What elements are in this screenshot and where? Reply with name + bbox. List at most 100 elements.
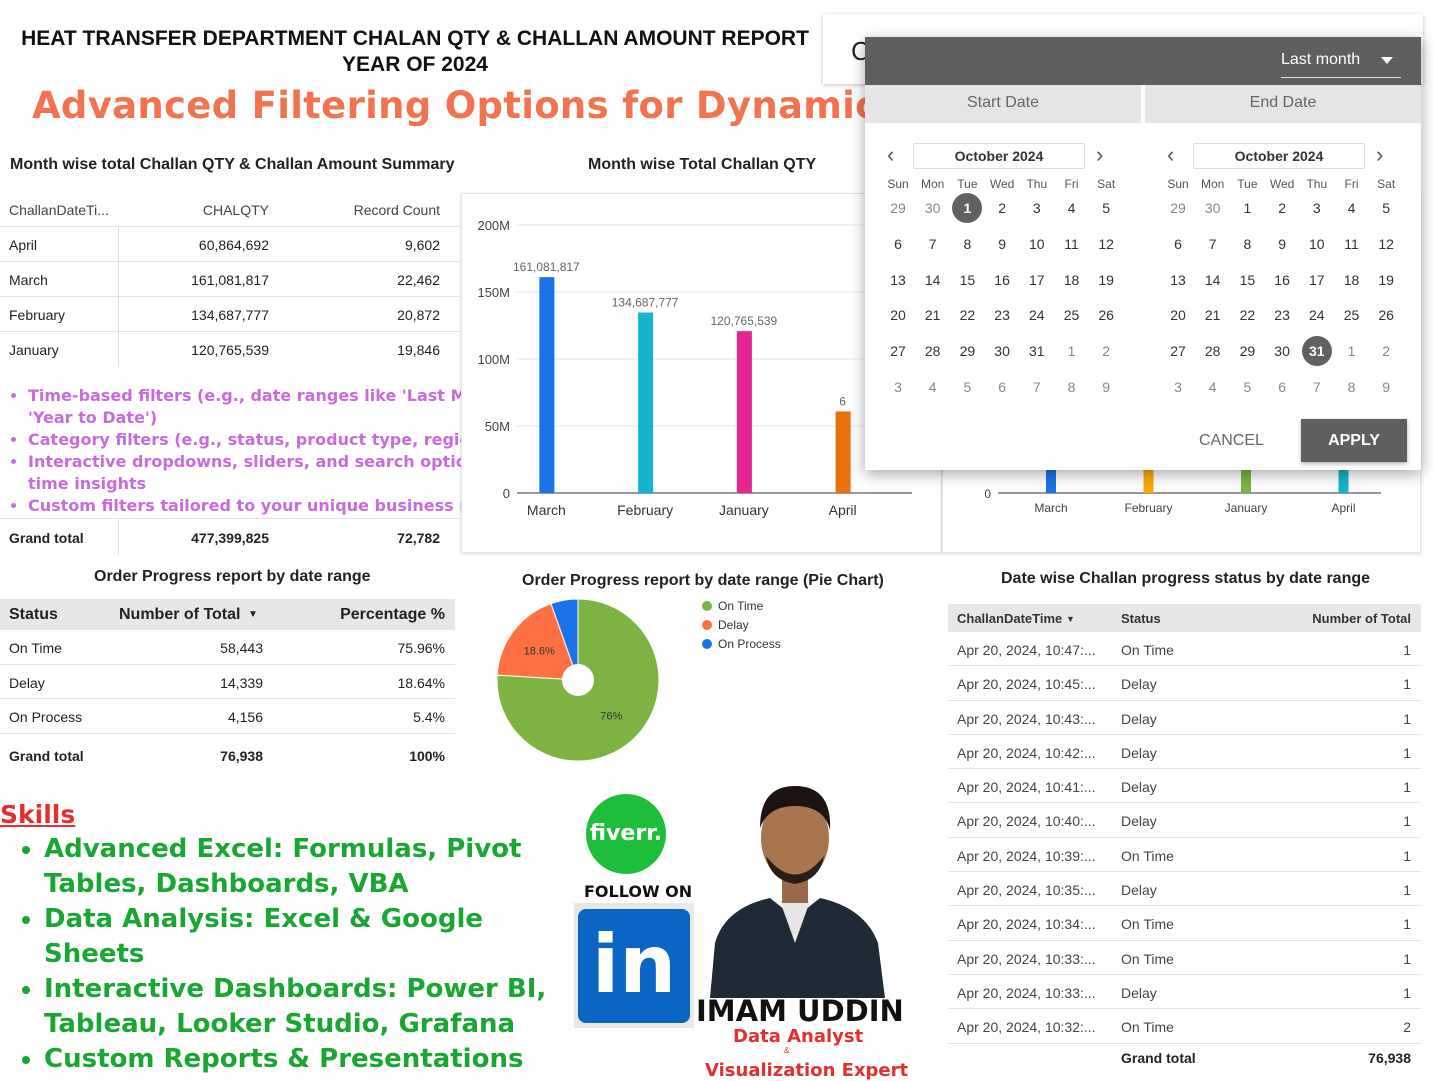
tab-start-date[interactable]: Start Date [865,85,1141,123]
calendar-day[interactable]: 14 [1198,265,1228,295]
calendar-day[interactable]: 29 [883,193,913,223]
table-row[interactable]: February 134,687,777 20,872 [0,297,460,332]
calendar-day[interactable]: 9 [1371,372,1401,402]
calendar-day[interactable]: 5 [1232,372,1262,402]
month-select[interactable]: October 2024 [1193,143,1365,169]
calendar-day[interactable]: 2 [1371,336,1401,366]
calendar-day[interactable]: 30 [1198,193,1228,223]
calendar-day[interactable]: 22 [1232,300,1262,330]
calendar-day[interactable]: 27 [1163,336,1193,366]
table-row[interactable]: Delay 14,339 18.64% [0,665,455,699]
calendar-day[interactable]: 27 [883,336,913,366]
chevron-right-icon[interactable]: › [1096,143,1103,167]
calendar-day[interactable]: 26 [1091,300,1121,330]
table-row[interactable]: On Process 4,156 5.4% [0,699,455,734]
table-row[interactable]: On Time 58,443 75.96% [0,630,455,665]
col-header[interactable]: Number of Total [1312,611,1411,626]
table-row[interactable]: Apr 20, 2024, 10:32:... On Time 2 [948,1009,1421,1044]
chevron-right-icon[interactable]: › [1376,143,1383,167]
col-header[interactable]: ChallanDateTime [957,611,1062,626]
calendar-day[interactable]: 10 [1302,229,1332,259]
calendar-day[interactable]: 3 [883,372,913,402]
calendar-day[interactable]: 28 [918,336,948,366]
calendar-day[interactable]: 7 [1022,372,1052,402]
calendar-day[interactable]: 6 [987,372,1017,402]
calendar-day[interactable]: 24 [1302,300,1332,330]
calendar-day[interactable]: 25 [1057,300,1087,330]
calendar-day[interactable]: 8 [1337,372,1367,402]
calendar-day[interactable]: 12 [1371,229,1401,259]
calendar-day[interactable]: 5 [952,372,982,402]
calendar-day[interactable]: 29 [1163,193,1193,223]
col-header[interactable]: Status [9,606,58,624]
table-row[interactable]: Apr 20, 2024, 10:43:... Delay 1 [948,701,1421,735]
chevron-left-icon[interactable]: ‹ [887,143,894,167]
calendar-day[interactable]: 11 [1337,229,1367,259]
calendar-day[interactable]: 28 [1198,336,1228,366]
calendar-day[interactable]: 24 [1022,300,1052,330]
cancel-button[interactable]: CANCEL [1199,432,1264,450]
calendar-day[interactable]: 16 [1267,265,1297,295]
range-preset-select[interactable]: Last month [1281,51,1360,69]
calendar-day[interactable]: 8 [1232,229,1262,259]
pie-chart[interactable]: 76% 18.6% On Time Delay On Process [490,592,810,767]
calendar-day[interactable]: 23 [987,300,1017,330]
table-row[interactable]: Apr 20, 2024, 10:40:... Delay 1 [948,803,1421,838]
table-row[interactable]: Apr 20, 2024, 10:42:... Delay 1 [948,735,1421,770]
chevron-down-icon[interactable] [1381,57,1393,64]
calendar-day[interactable]: 14 [918,265,948,295]
calendar-day[interactable]: 17 [1022,265,1052,295]
table-header[interactable]: ChallanDateTi... CHALQTY Record Count [0,192,460,227]
col-header[interactable]: CHALQTY [203,202,269,218]
calendar-day[interactable]: 7 [918,229,948,259]
calendar-day[interactable]: 21 [1198,300,1228,330]
calendar-day[interactable]: 15 [952,265,982,295]
calendar-day[interactable]: 9 [987,229,1017,259]
col-header[interactable]: ChallanDateTi... [9,202,109,218]
calendar-day[interactable]: 31 [1301,336,1332,367]
calendar-day[interactable]: 1 [952,193,983,223]
fiverr-logo[interactable]: fiverr. [586,794,666,874]
table-row[interactable]: January 120,765,539 19,846 [0,332,460,367]
table-row[interactable]: Apr 20, 2024, 10:33:... On Time 1 [948,941,1421,975]
calendar-day[interactable]: 8 [952,229,982,259]
col-header[interactable]: Record Count [354,202,440,218]
table-row[interactable]: Apr 20, 2024, 10:45:... Delay 1 [948,666,1421,701]
calendar-day[interactable]: 1 [1232,193,1262,223]
calendar-day[interactable]: 17 [1302,265,1332,295]
calendar-day[interactable]: 8 [1057,372,1087,402]
calendar-day[interactable]: 1 [1057,336,1087,366]
calendar-day[interactable]: 4 [1337,193,1367,223]
calendar-day[interactable]: 11 [1057,229,1087,259]
calendar-day[interactable]: 2 [987,193,1017,223]
calendar-day[interactable]: 31 [1022,336,1052,366]
calendar-day[interactable]: 3 [1022,193,1052,223]
month-select[interactable]: October 2024 [913,143,1085,169]
col-header[interactable]: Status [1121,611,1161,626]
calendar-day[interactable]: 25 [1337,300,1367,330]
calendar-day[interactable]: 5 [1091,193,1121,223]
calendar-day[interactable]: 6 [1267,372,1297,402]
calendar-day[interactable]: 2 [1091,336,1121,366]
calendar-day[interactable]: 13 [1163,265,1193,295]
table-row[interactable]: April 60,864,692 9,602 [0,227,460,262]
table-header[interactable]: Status Number of Total ▼ Percentage % [0,599,455,630]
linkedin-logo[interactable]: in [574,903,694,1028]
chevron-left-icon[interactable]: ‹ [1167,143,1174,167]
table-row[interactable]: Apr 20, 2024, 10:47:... On Time 1 [948,632,1421,667]
calendar-day[interactable]: 29 [1232,336,1262,366]
calendar-day[interactable]: 20 [1163,300,1193,330]
table-header[interactable]: ChallanDateTime ▼ Status Number of Total [948,604,1421,632]
calendar-day[interactable]: 10 [1022,229,1052,259]
calendar-day[interactable]: 5 [1371,193,1401,223]
calendar-day[interactable]: 22 [952,300,982,330]
table-row[interactable]: Apr 20, 2024, 10:33:... Delay 1 [948,975,1421,1010]
col-header[interactable]: Number of Total [119,606,240,624]
calendar-day[interactable]: 20 [883,300,913,330]
calendar-day[interactable]: 30 [918,193,948,223]
calendar-day[interactable]: 12 [1091,229,1121,259]
calendar-day[interactable]: 6 [883,229,913,259]
sort-desc-icon[interactable]: ▼ [248,609,258,620]
calendar-day[interactable]: 7 [1198,229,1228,259]
table-row[interactable]: Apr 20, 2024, 10:34:... On Time 1 [948,906,1421,941]
